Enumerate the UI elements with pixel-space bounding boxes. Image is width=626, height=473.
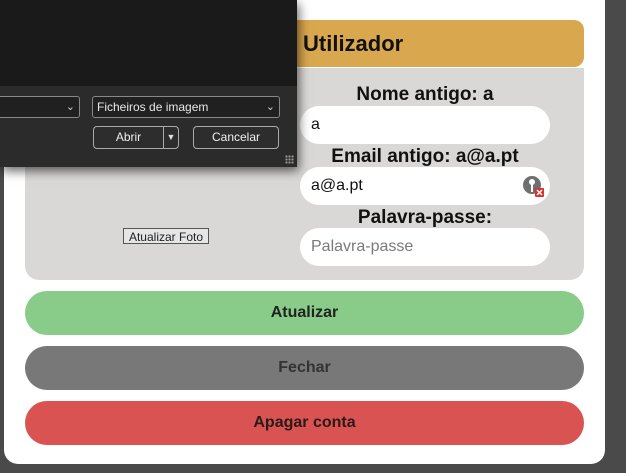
old-email-label: Email antigo: a@a.pt <box>331 146 519 167</box>
file-type-filter-value: Ficheiros de imagem <box>97 100 209 114</box>
autofill-key-icon[interactable] <box>522 175 544 197</box>
name-input-value: a <box>311 116 320 133</box>
password-label: Palavra-passe: <box>357 207 493 228</box>
chevron-down-icon: ⌄ <box>265 101 275 113</box>
filename-combo[interactable]: ⌄ <box>0 96 80 118</box>
name-input[interactable]: a <box>300 106 550 144</box>
close-button[interactable]: Fechar <box>25 346 584 390</box>
password-input-placeholder: Palavra-passe <box>311 238 414 255</box>
open-button[interactable]: Abrir ▼ <box>93 126 179 149</box>
open-options-arrow-icon[interactable]: ▼ <box>163 127 178 148</box>
old-name-label: Nome antigo: a <box>356 84 494 105</box>
email-input-value: a@a.pt <box>311 177 363 194</box>
file-type-filter[interactable]: Ficheiros de imagem ⌄ <box>92 96 280 118</box>
email-input[interactable]: a@a.pt <box>300 167 550 205</box>
password-input[interactable]: Palavra-passe <box>300 228 550 266</box>
update-photo-button[interactable]: Atualizar Foto <box>123 228 209 244</box>
chevron-down-icon: ⌄ <box>65 101 75 113</box>
file-open-dialog: ⌄ Ficheiros de imagem ⌄ Abrir ▼ Cancelar <box>0 0 297 167</box>
cancel-button[interactable]: Cancelar <box>193 126 279 149</box>
delete-account-button[interactable]: Apagar conta <box>25 401 584 445</box>
open-button-label: Abrir <box>115 130 142 144</box>
file-list-area[interactable] <box>0 0 297 86</box>
update-button[interactable]: Atualizar <box>25 291 584 335</box>
resize-grip-icon[interactable] <box>285 155 294 164</box>
